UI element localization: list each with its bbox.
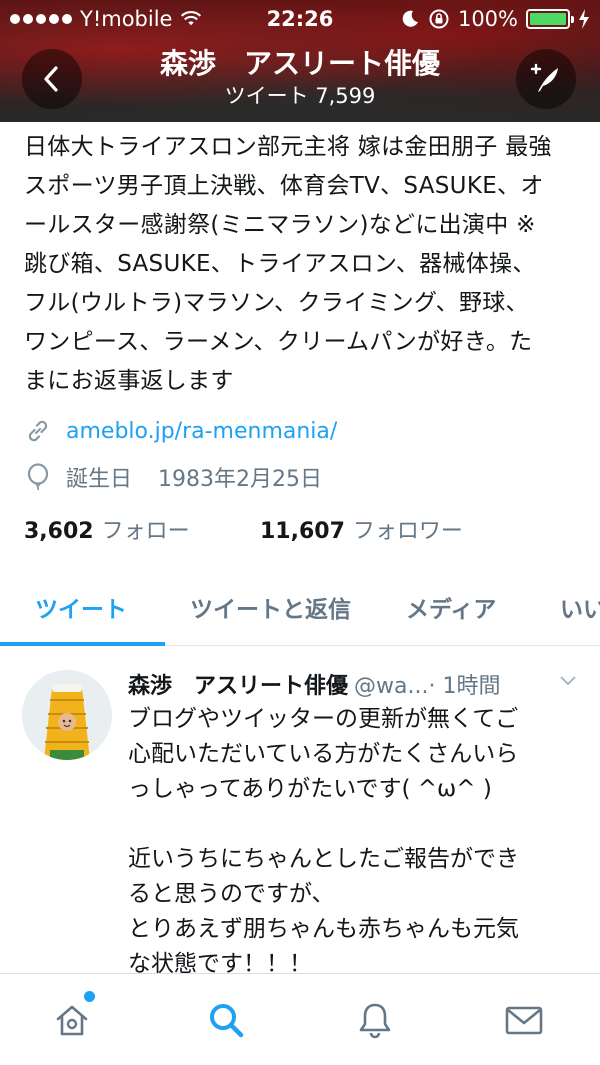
following-count: 3,602	[24, 519, 94, 544]
tweet-text-line: 近いうちにちゃんとしたご報告ができ	[128, 846, 519, 872]
bio-line: フル(ウルトラ)マラソン、クライミング、野球、	[24, 290, 529, 316]
tweet-author-name[interactable]: 森渉 アスリート俳優	[128, 674, 348, 699]
tab-likes[interactable]: いいね	[560, 590, 600, 624]
home-notification-dot	[84, 991, 95, 1002]
link-icon	[28, 420, 48, 442]
tab-tweets[interactable]: ツイート	[35, 590, 127, 624]
avatar[interactable]	[22, 670, 112, 760]
tweet-text-line: ブログやツイッターの更新が無くてご	[128, 706, 519, 732]
tweet-text-line: とりあえず朋ちゃんも赤ちゃんも元気	[128, 916, 519, 942]
notifications-icon	[359, 1003, 391, 1039]
tweet-text-line: 心配いただいている方がたくさんいら	[128, 741, 519, 767]
compose-tweet-icon	[530, 63, 558, 92]
tweet-text: ブログやツイッターの更新が無くてご 心配いただいている方がたくさんいら っしゃってあ…	[128, 702, 584, 982]
tweet-count: ツイート 7,599	[224, 84, 376, 108]
tweet-text-line: ると思うのですが、	[128, 881, 335, 907]
avatar-image	[22, 670, 112, 760]
followers-stat[interactable]: 11,607 フォロワー	[260, 513, 463, 545]
nav-messages[interactable]	[502, 998, 546, 1042]
active-tab-indicator	[0, 642, 165, 646]
following-stat[interactable]: 3,602 フォロー	[24, 513, 260, 545]
birthday-label: 誕生日	[66, 467, 133, 492]
bio-line: まにお返事返します	[24, 368, 234, 394]
bio-line: ールスター感謝祭(ミニマラソン)などに出演中 ※	[24, 212, 536, 238]
tweet-text-line: っしゃってありがたいです( ^ω^ )	[128, 776, 492, 802]
profile-header: Y!mobile 22:26 100% 森渉 アスリート俳優 ツイート 7,59…	[0, 0, 600, 122]
tweet-item[interactable]: 森渉 アスリート俳優 @wa...· 1時間 ブログやツイッターの更新が無くてご心…	[0, 648, 600, 977]
messages-icon	[505, 1006, 543, 1035]
tweet-paragraph-break	[128, 807, 584, 842]
bio-line: 跳び箱、SASUKE、トライアスロン、器械体操、	[24, 251, 536, 277]
profile-tabs: ツイート ツイートと返信 メディア いいね	[0, 568, 600, 646]
carrier-name: Y!mobile	[80, 7, 173, 31]
tweet-timestamp: · 1時間	[428, 674, 501, 699]
profile-name-title: 森渉 アスリート俳優	[159, 47, 440, 80]
followers-count: 11,607	[260, 519, 345, 544]
home-icon	[56, 1005, 88, 1036]
profile-bio: 日体大トライアスロン部元主将 嫁は金田朋子 最強 スポーツ男子頂上決戦、体育会TV…	[24, 128, 584, 401]
status-bar: Y!mobile 22:26 100%	[0, 0, 600, 38]
balloon-icon	[27, 463, 49, 491]
tab-tweets-and-replies[interactable]: ツイートと返信	[190, 590, 351, 624]
moon-icon	[402, 10, 418, 27]
nav-search[interactable]	[204, 998, 248, 1042]
nav-home[interactable]	[50, 998, 94, 1042]
bottom-tab-bar	[0, 973, 600, 1065]
battery-icon	[526, 9, 574, 29]
birthday-date: 1983年2月25日	[158, 467, 322, 492]
profile-link[interactable]: ameblo.jp/ra-menmania/	[66, 419, 337, 444]
rotation-lock-icon	[429, 9, 449, 29]
following-label: フォロー	[101, 519, 190, 544]
search-icon	[210, 1004, 244, 1038]
compose-tweet-button[interactable]	[516, 49, 576, 109]
follow-counts: 3,602 フォロー 11,607 フォロワー	[24, 513, 463, 545]
tweet-author-handle[interactable]: @wa...	[354, 674, 428, 699]
followers-label: フォロワー	[352, 519, 463, 544]
charging-icon	[579, 9, 589, 29]
tweet-header: 森渉 アスリート俳優 @wa...· 1時間	[128, 668, 588, 699]
tab-media[interactable]: メディア	[406, 590, 496, 624]
bio-line: ワンピース、ラーメン、クリームパンが好き。た	[24, 329, 533, 355]
wifi-icon	[181, 11, 202, 26]
profile-link-row[interactable]: ameblo.jp/ra-menmania/	[24, 417, 337, 445]
nav-notifications[interactable]	[353, 998, 397, 1042]
bio-line: スポーツ男子頂上決戦、体育会TV、SASUKE、オ	[24, 173, 544, 199]
profile-birthday-row: 誕生日 1983年2月25日	[24, 461, 322, 493]
bio-line: 日体大トライアスロン部元主将 嫁は金田朋子 最強	[24, 134, 552, 160]
chevron-down-icon[interactable]	[558, 674, 578, 688]
battery-percent: 100%	[457, 7, 518, 31]
signal-strength-icon	[10, 14, 72, 24]
